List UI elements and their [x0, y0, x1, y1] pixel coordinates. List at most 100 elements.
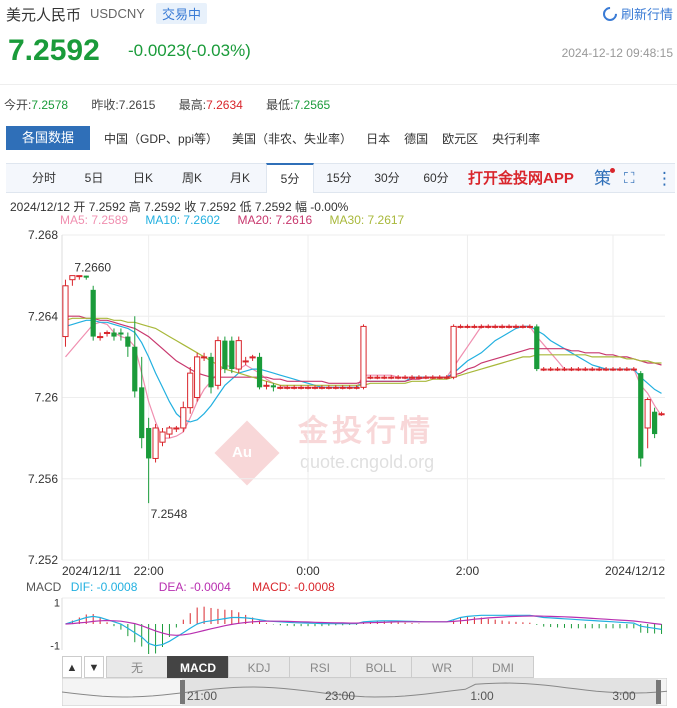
candle-body [229, 340, 235, 370]
indicator-dmi[interactable]: DMI [472, 656, 534, 678]
refresh-label: 刷新行情 [620, 7, 673, 22]
price-change: -0.0023(-0.03%) [128, 41, 251, 60]
candle [222, 336, 228, 374]
scroll-down-button[interactable]: ▼ [84, 656, 104, 678]
candle-body [173, 427, 180, 430]
info-high: 高 7.2592 [128, 200, 181, 214]
y-tick-label: 7.268 [28, 228, 58, 242]
candle-body [208, 356, 214, 388]
candle [166, 425, 173, 439]
candle [429, 375, 436, 380]
nav-item-central-bank[interactable]: 央行利率 [492, 130, 540, 147]
tab-5min[interactable]: 5分 [266, 163, 314, 193]
candle [200, 352, 208, 361]
indicator-rsi[interactable]: RSI [289, 656, 351, 678]
candle [263, 381, 270, 390]
candle-body [616, 368, 624, 371]
candle-body [146, 427, 152, 459]
candle-body [575, 368, 582, 371]
open-app-link[interactable]: 打开金投网APP [468, 164, 574, 193]
candle-body [214, 340, 222, 386]
candle [146, 417, 152, 504]
indicator-kdj[interactable]: KDJ [228, 656, 290, 678]
indicator-none[interactable]: 无 [106, 656, 168, 678]
navigator-left-handle [180, 680, 185, 704]
indicator-wr[interactable]: WR [411, 656, 473, 678]
candle [152, 423, 159, 463]
navigator-window [182, 679, 658, 705]
y-tick-label: 7.26 [35, 391, 59, 405]
stat-open: 今开:7.2578 [4, 98, 69, 112]
refresh-icon [600, 3, 620, 24]
candle [575, 367, 582, 372]
macd-label: MACD [26, 580, 62, 594]
tab-15min[interactable]: 15分 [315, 164, 363, 193]
candlestick-chart[interactable]: 7.268 7.264 7.26 7.256 7.252 2024/12/11 22:00 0… [0, 225, 677, 585]
candle-body [381, 376, 388, 379]
tab-30min[interactable]: 30分 [363, 164, 411, 193]
tab-weekly-k[interactable]: 周K [168, 164, 216, 193]
tab-60min[interactable]: 60分 [411, 164, 461, 193]
y-tick-label: 7.264 [28, 309, 58, 323]
nav-item-japan[interactable]: 日本 [366, 130, 390, 147]
candle [208, 352, 214, 394]
nav-item-germany[interactable]: 德国 [404, 130, 428, 147]
candle [76, 275, 83, 280]
strategy-icon[interactable]: 策 [594, 164, 611, 193]
candle [652, 407, 658, 439]
candle-body [291, 386, 298, 389]
candle-body [90, 289, 96, 337]
candle-body [568, 368, 575, 371]
scroll-up-button[interactable]: ▲ [62, 656, 82, 678]
tab-5day[interactable]: 5日 [70, 164, 118, 193]
indicator-boll[interactable]: BOLL [350, 656, 412, 678]
candle [97, 332, 104, 341]
nav-item-china[interactable]: 中国（GDP、ppi等） [104, 130, 218, 147]
candle-body [471, 325, 478, 328]
candle-body [596, 368, 603, 371]
candle [589, 367, 596, 372]
candle-body [311, 386, 319, 389]
macd-dif: DIF: -0.0008 [70, 580, 138, 594]
candle-body [132, 346, 138, 392]
candle-body [249, 356, 256, 359]
candle-body [415, 376, 423, 379]
time-navigator[interactable]: 21:00 23:00 1:00 3:00 [62, 678, 667, 706]
refresh-button[interactable]: 刷新行情 [600, 3, 673, 24]
x-tick-label: 2:00 [456, 564, 480, 578]
candle [554, 367, 561, 372]
candle [235, 336, 242, 374]
candle [360, 324, 367, 390]
candle-body [298, 386, 305, 389]
navigator-time-label: 1:00 [470, 689, 494, 703]
candle-body [125, 336, 131, 347]
y-tick-label: 7.252 [28, 553, 58, 567]
nav-item-usa[interactable]: 美国（非农、失业率） [232, 130, 352, 147]
candle [139, 356, 145, 449]
navigator-right-handle [656, 680, 661, 704]
macd-legend: MACD DIF: -0.0008 DEA: -0.0004 MACD: -0.… [26, 580, 335, 594]
candle-body [457, 325, 464, 328]
indicator-macd[interactable]: MACD [167, 656, 229, 678]
candle [346, 385, 353, 390]
divider [0, 84, 677, 85]
nav-item-eurozone[interactable]: 欧元区 [442, 130, 478, 147]
candle-body [332, 386, 339, 389]
candle-body [401, 376, 409, 379]
candle-body [540, 368, 547, 371]
fullscreen-icon[interactable]: ⛶ [624, 164, 635, 193]
candle [256, 352, 263, 390]
candle-body [589, 368, 596, 371]
nav-country-data[interactable]: 各国数据 [6, 126, 91, 150]
more-icon[interactable]: ⋮ [656, 164, 673, 193]
candle-body [554, 368, 561, 371]
candle-body [644, 399, 651, 429]
candle [415, 375, 423, 380]
macd-chart: 1 -1 [50, 597, 665, 654]
candle [284, 385, 291, 390]
candle [471, 324, 478, 329]
macd-dea: DEA: -0.0004 [158, 580, 231, 594]
candle-body [159, 431, 166, 443]
tab-monthly-k[interactable]: 月K [216, 164, 264, 193]
tab-daily-k[interactable]: 日K [119, 164, 167, 193]
